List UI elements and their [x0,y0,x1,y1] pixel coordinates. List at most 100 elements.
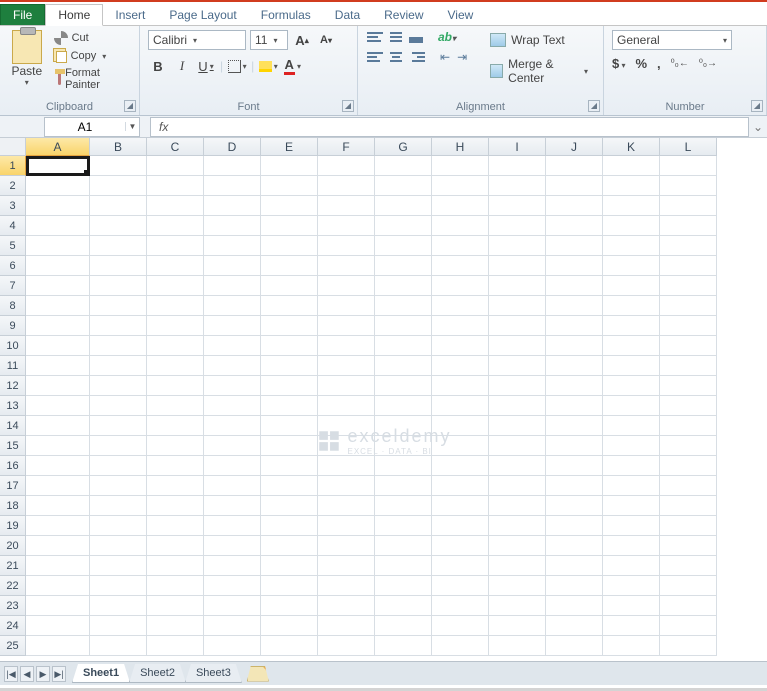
cell-K6[interactable] [603,256,660,276]
cell-E11[interactable] [261,356,318,376]
cell-L17[interactable] [660,476,717,496]
cell-J10[interactable] [546,336,603,356]
cell-K4[interactable] [603,216,660,236]
row-header-14[interactable]: 14 [0,416,26,436]
spreadsheet-grid[interactable]: ABCDEFGHIJKL 123456789101112131415161718… [0,138,767,661]
cell-C23[interactable] [147,596,204,616]
cell-G13[interactable] [375,396,432,416]
row-header-25[interactable]: 25 [0,636,26,656]
clipboard-dialog-launcher[interactable]: ◢ [124,100,136,112]
cell-I15[interactable] [489,436,546,456]
cell-E6[interactable] [261,256,318,276]
cell-L5[interactable] [660,236,717,256]
fx-icon[interactable]: fx [151,120,176,134]
cell-B9[interactable] [90,316,147,336]
cell-I5[interactable] [489,236,546,256]
cell-K11[interactable] [603,356,660,376]
cell-D11[interactable] [204,356,261,376]
cell-L6[interactable] [660,256,717,276]
cell-J15[interactable] [546,436,603,456]
cell-D22[interactable] [204,576,261,596]
borders-button[interactable]: ▾ [227,56,247,76]
cell-E4[interactable] [261,216,318,236]
cell-L10[interactable] [660,336,717,356]
cell-L13[interactable] [660,396,717,416]
cell-C11[interactable] [147,356,204,376]
sheet-tab-2[interactable]: Sheet2 [129,664,186,683]
cell-F20[interactable] [318,536,375,556]
cell-I19[interactable] [489,516,546,536]
cell-C22[interactable] [147,576,204,596]
cell-E7[interactable] [261,276,318,296]
cell-E24[interactable] [261,616,318,636]
font-color-button[interactable]: A▾ [282,56,302,76]
row-header-4[interactable]: 4 [0,216,26,236]
cell-G24[interactable] [375,616,432,636]
cell-C12[interactable] [147,376,204,396]
cell-H24[interactable] [432,616,489,636]
cell-B21[interactable] [90,556,147,576]
cell-E16[interactable] [261,456,318,476]
cell-J16[interactable] [546,456,603,476]
cell-K23[interactable] [603,596,660,616]
row-header-9[interactable]: 9 [0,316,26,336]
cell-F24[interactable] [318,616,375,636]
cell-H5[interactable] [432,236,489,256]
increase-decimal-button[interactable]: ⁰₀← [671,58,689,69]
cell-G11[interactable] [375,356,432,376]
cell-F17[interactable] [318,476,375,496]
cell-H23[interactable] [432,596,489,616]
cell-G19[interactable] [375,516,432,536]
column-header-G[interactable]: G [375,138,432,156]
number-format-combo[interactable]: General▾ [612,30,732,50]
cell-B24[interactable] [90,616,147,636]
cell-F9[interactable] [318,316,375,336]
cell-A22[interactable] [26,576,90,596]
cell-K20[interactable] [603,536,660,556]
cell-B15[interactable] [90,436,147,456]
cell-H7[interactable] [432,276,489,296]
cell-L14[interactable] [660,416,717,436]
cell-K1[interactable] [603,156,660,176]
cell-A10[interactable] [26,336,90,356]
cell-A11[interactable] [26,356,90,376]
align-middle-button[interactable] [387,30,405,44]
cell-J2[interactable] [546,176,603,196]
cell-H17[interactable] [432,476,489,496]
cell-D21[interactable] [204,556,261,576]
row-header-1[interactable]: 1 [0,156,26,176]
increase-indent-button[interactable]: ⇥ [455,50,469,64]
sheet-nav-last[interactable]: ▶| [52,666,66,682]
cell-K18[interactable] [603,496,660,516]
italic-button[interactable]: I [172,56,192,76]
fill-color-button[interactable]: ▾ [258,56,278,76]
cell-I2[interactable] [489,176,546,196]
cell-F19[interactable] [318,516,375,536]
cell-I17[interactable] [489,476,546,496]
select-all-corner[interactable] [0,138,26,156]
cell-G25[interactable] [375,636,432,656]
row-header-13[interactable]: 13 [0,396,26,416]
row-header-23[interactable]: 23 [0,596,26,616]
cell-B6[interactable] [90,256,147,276]
row-header-12[interactable]: 12 [0,376,26,396]
cell-D13[interactable] [204,396,261,416]
name-box[interactable] [45,120,125,134]
cell-I16[interactable] [489,456,546,476]
cell-L3[interactable] [660,196,717,216]
cell-C14[interactable] [147,416,204,436]
percent-button[interactable]: % [635,56,647,71]
row-header-6[interactable]: 6 [0,256,26,276]
cell-D20[interactable] [204,536,261,556]
cell-B14[interactable] [90,416,147,436]
cell-G7[interactable] [375,276,432,296]
cell-E23[interactable] [261,596,318,616]
column-header-E[interactable]: E [261,138,318,156]
cell-K15[interactable] [603,436,660,456]
cell-E1[interactable] [261,156,318,176]
tab-formulas[interactable]: Formulas [249,5,323,25]
cell-H18[interactable] [432,496,489,516]
cell-E17[interactable] [261,476,318,496]
cell-C3[interactable] [147,196,204,216]
cell-F15[interactable] [318,436,375,456]
